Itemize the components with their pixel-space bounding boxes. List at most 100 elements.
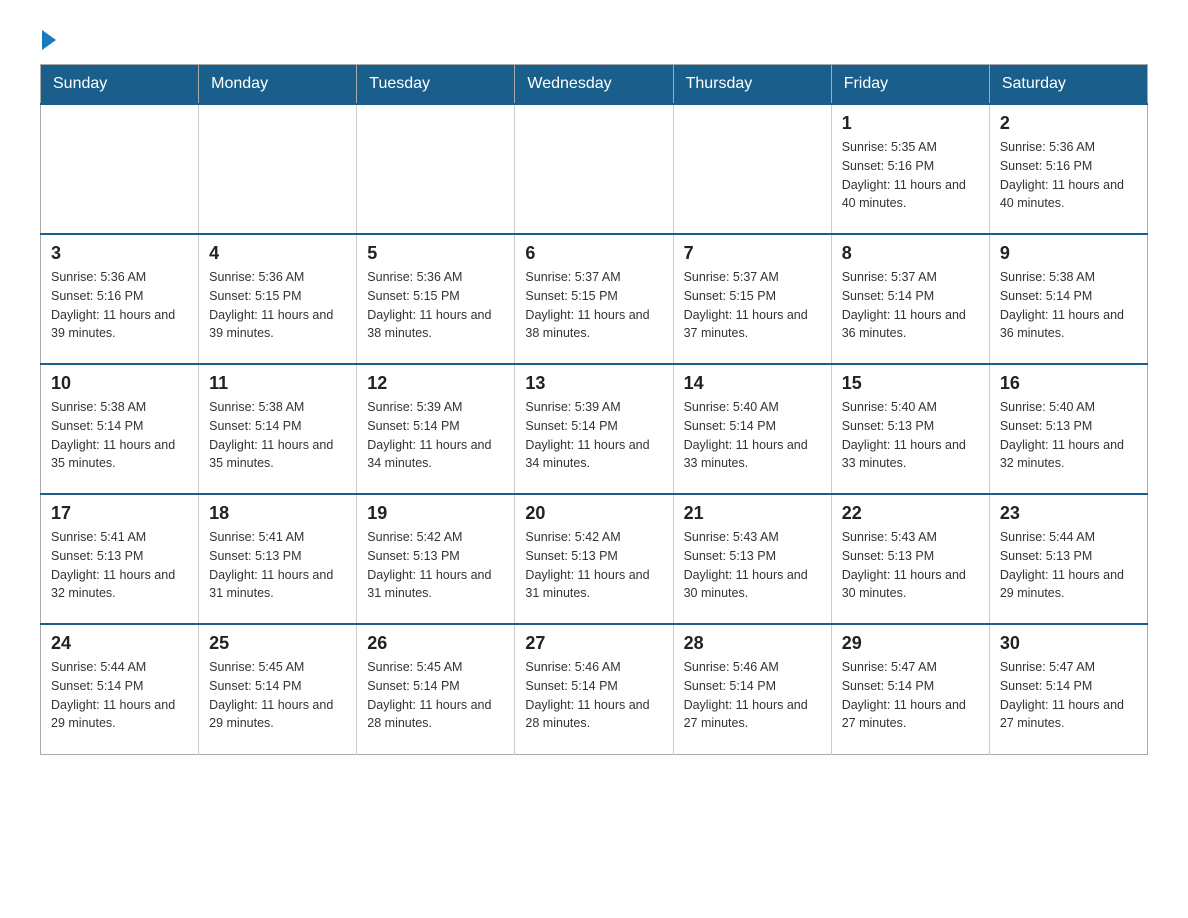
calendar-cell-w2-d1: 11 Sunrise: 5:38 AM Sunset: 5:14 PM Dayli… — [199, 364, 357, 494]
day-info: Sunrise: 5:43 AM Sunset: 5:13 PM Dayligh… — [842, 528, 979, 603]
day-number: 5 — [367, 243, 504, 264]
calendar-cell-w2-d6: 16Sunrise: 5:40 AM Sunset: 5:13 PM Dayli… — [989, 364, 1147, 494]
day-info: Sunrise: 5:41 AM Sunset: 5:13 PM Dayligh… — [209, 528, 346, 603]
calendar-cell-w1-d5: 8 Sunrise: 5:37 AM Sunset: 5:14 PM Daylig… — [831, 234, 989, 364]
calendar-cell-w3-d3: 20Sunrise: 5:42 AM Sunset: 5:13 PM Dayli… — [515, 494, 673, 624]
day-number: 13 — [525, 373, 662, 394]
calendar-cell-w4-d2: 26 Sunrise: 5:45 AM Sunset: 5:14 PM Dayli… — [357, 624, 515, 754]
day-info: Sunrise: 5:42 AM Sunset: 5:13 PM Dayligh… — [367, 528, 504, 603]
day-info: Sunrise: 5:41 AM Sunset: 5:13 PM Dayligh… — [51, 528, 188, 603]
day-info: Sunrise: 5:44 AM Sunset: 5:13 PM Dayligh… — [1000, 528, 1137, 603]
day-info: Sunrise: 5:39 AM Sunset: 5:14 PM Dayligh… — [367, 398, 504, 473]
day-info: Sunrise: 5:37 AM Sunset: 5:14 PM Dayligh… — [842, 268, 979, 343]
calendar-cell-w4-d3: 27 Sunrise: 5:46 AM Sunset: 5:14 PM Dayli… — [515, 624, 673, 754]
day-number: 8 — [842, 243, 979, 264]
calendar-cell-w2-d5: 15Sunrise: 5:40 AM Sunset: 5:13 PM Dayli… — [831, 364, 989, 494]
header-sunday: Sunday — [41, 65, 199, 105]
day-number: 29 — [842, 633, 979, 654]
calendar-cell-w3-d4: 21Sunrise: 5:43 AM Sunset: 5:13 PM Dayli… — [673, 494, 831, 624]
day-info: Sunrise: 5:45 AM Sunset: 5:14 PM Dayligh… — [367, 658, 504, 733]
logo-text — [40, 30, 58, 50]
day-info: Sunrise: 5:37 AM Sunset: 5:15 PM Dayligh… — [684, 268, 821, 343]
day-info: Sunrise: 5:37 AM Sunset: 5:15 PM Dayligh… — [525, 268, 662, 343]
day-info: Sunrise: 5:47 AM Sunset: 5:14 PM Dayligh… — [842, 658, 979, 733]
day-number: 22 — [842, 503, 979, 524]
day-info: Sunrise: 5:38 AM Sunset: 5:14 PM Dayligh… — [51, 398, 188, 473]
day-info: Sunrise: 5:39 AM Sunset: 5:14 PM Dayligh… — [525, 398, 662, 473]
day-number: 27 — [525, 633, 662, 654]
calendar-cell-w0-d3 — [515, 104, 673, 234]
calendar-cell-w0-d4 — [673, 104, 831, 234]
calendar-table: Sunday Monday Tuesday Wednesday Thursday… — [40, 64, 1148, 755]
day-info: Sunrise: 5:38 AM Sunset: 5:14 PM Dayligh… — [1000, 268, 1137, 343]
day-number: 11 — [209, 373, 346, 394]
calendar-cell-w4-d1: 25Sunrise: 5:45 AM Sunset: 5:14 PM Dayli… — [199, 624, 357, 754]
day-info: Sunrise: 5:35 AM Sunset: 5:16 PM Dayligh… — [842, 138, 979, 213]
day-number: 14 — [684, 373, 821, 394]
week-row-2: 10 Sunrise: 5:38 AM Sunset: 5:14 PM Dayli… — [41, 364, 1148, 494]
week-row-4: 24 Sunrise: 5:44 AM Sunset: 5:14 PM Dayli… — [41, 624, 1148, 754]
calendar-cell-w2-d2: 12 Sunrise: 5:39 AM Sunset: 5:14 PM Dayli… — [357, 364, 515, 494]
calendar-cell-w1-d4: 7 Sunrise: 5:37 AM Sunset: 5:15 PM Daylig… — [673, 234, 831, 364]
calendar-cell-w4-d6: 30 Sunrise: 5:47 AM Sunset: 5:14 PM Dayli… — [989, 624, 1147, 754]
day-number: 16 — [1000, 373, 1137, 394]
header-wednesday: Wednesday — [515, 65, 673, 105]
day-info: Sunrise: 5:46 AM Sunset: 5:14 PM Dayligh… — [525, 658, 662, 733]
calendar-cell-w3-d0: 17 Sunrise: 5:41 AM Sunset: 5:13 PM Dayli… — [41, 494, 199, 624]
day-number: 18 — [209, 503, 346, 524]
week-row-0: 1Sunrise: 5:35 AM Sunset: 5:16 PM Daylig… — [41, 104, 1148, 234]
day-number: 23 — [1000, 503, 1137, 524]
day-number: 17 — [51, 503, 188, 524]
calendar-cell-w1-d0: 3 Sunrise: 5:36 AM Sunset: 5:16 PM Daylig… — [41, 234, 199, 364]
week-row-3: 17 Sunrise: 5:41 AM Sunset: 5:13 PM Dayli… — [41, 494, 1148, 624]
calendar-cell-w2-d4: 14 Sunrise: 5:40 AM Sunset: 5:14 PM Dayli… — [673, 364, 831, 494]
day-info: Sunrise: 5:43 AM Sunset: 5:13 PM Dayligh… — [684, 528, 821, 603]
day-info: Sunrise: 5:40 AM Sunset: 5:14 PM Dayligh… — [684, 398, 821, 473]
calendar-cell-w2-d0: 10 Sunrise: 5:38 AM Sunset: 5:14 PM Dayli… — [41, 364, 199, 494]
day-number: 24 — [51, 633, 188, 654]
day-number: 12 — [367, 373, 504, 394]
calendar-cell-w1-d1: 4 Sunrise: 5:36 AM Sunset: 5:15 PM Daylig… — [199, 234, 357, 364]
day-number: 19 — [367, 503, 504, 524]
day-info: Sunrise: 5:47 AM Sunset: 5:14 PM Dayligh… — [1000, 658, 1137, 733]
logo-triangle-icon — [42, 30, 56, 50]
day-info: Sunrise: 5:36 AM Sunset: 5:15 PM Dayligh… — [209, 268, 346, 343]
calendar-cell-w4-d0: 24 Sunrise: 5:44 AM Sunset: 5:14 PM Dayli… — [41, 624, 199, 754]
calendar-cell-w3-d5: 22 Sunrise: 5:43 AM Sunset: 5:13 PM Dayli… — [831, 494, 989, 624]
day-info: Sunrise: 5:40 AM Sunset: 5:13 PM Dayligh… — [842, 398, 979, 473]
header-tuesday: Tuesday — [357, 65, 515, 105]
day-number: 30 — [1000, 633, 1137, 654]
calendar-cell-w4-d5: 29 Sunrise: 5:47 AM Sunset: 5:14 PM Dayli… — [831, 624, 989, 754]
day-number: 25 — [209, 633, 346, 654]
calendar-cell-w0-d5: 1Sunrise: 5:35 AM Sunset: 5:16 PM Daylig… — [831, 104, 989, 234]
calendar-cell-w0-d1 — [199, 104, 357, 234]
calendar-cell-w0-d6: 2Sunrise: 5:36 AM Sunset: 5:16 PM Daylig… — [989, 104, 1147, 234]
day-number: 28 — [684, 633, 821, 654]
calendar-body: 1Sunrise: 5:35 AM Sunset: 5:16 PM Daylig… — [41, 104, 1148, 754]
calendar-cell-w2-d3: 13 Sunrise: 5:39 AM Sunset: 5:14 PM Dayli… — [515, 364, 673, 494]
day-info: Sunrise: 5:44 AM Sunset: 5:14 PM Dayligh… — [51, 658, 188, 733]
day-number: 10 — [51, 373, 188, 394]
day-info: Sunrise: 5:38 AM Sunset: 5:14 PM Dayligh… — [209, 398, 346, 473]
day-info: Sunrise: 5:36 AM Sunset: 5:16 PM Dayligh… — [1000, 138, 1137, 213]
day-info: Sunrise: 5:46 AM Sunset: 5:14 PM Dayligh… — [684, 658, 821, 733]
calendar-cell-w1-d2: 5Sunrise: 5:36 AM Sunset: 5:15 PM Daylig… — [357, 234, 515, 364]
calendar-cell-w4-d4: 28 Sunrise: 5:46 AM Sunset: 5:14 PM Dayli… — [673, 624, 831, 754]
calendar-cell-w1-d6: 9Sunrise: 5:38 AM Sunset: 5:14 PM Daylig… — [989, 234, 1147, 364]
day-number: 3 — [51, 243, 188, 264]
day-number: 6 — [525, 243, 662, 264]
day-info: Sunrise: 5:42 AM Sunset: 5:13 PM Dayligh… — [525, 528, 662, 603]
header-monday: Monday — [199, 65, 357, 105]
header-thursday: Thursday — [673, 65, 831, 105]
calendar-cell-w3-d6: 23 Sunrise: 5:44 AM Sunset: 5:13 PM Dayli… — [989, 494, 1147, 624]
day-number: 26 — [367, 633, 504, 654]
weekday-header-row: Sunday Monday Tuesday Wednesday Thursday… — [41, 65, 1148, 105]
calendar-cell-w3-d1: 18 Sunrise: 5:41 AM Sunset: 5:13 PM Dayli… — [199, 494, 357, 624]
day-number: 4 — [209, 243, 346, 264]
calendar-cell-w0-d2 — [357, 104, 515, 234]
day-info: Sunrise: 5:36 AM Sunset: 5:16 PM Dayligh… — [51, 268, 188, 343]
calendar-cell-w3-d2: 19 Sunrise: 5:42 AM Sunset: 5:13 PM Dayli… — [357, 494, 515, 624]
page-header — [40, 30, 1148, 44]
day-number: 7 — [684, 243, 821, 264]
header-saturday: Saturday — [989, 65, 1147, 105]
